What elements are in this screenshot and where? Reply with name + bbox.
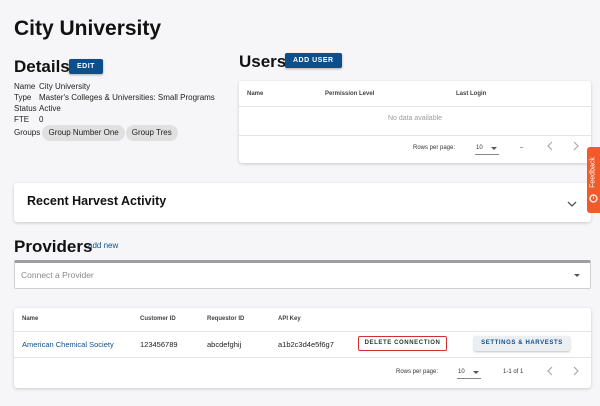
column-header-customer-id[interactable]: Customer ID (140, 316, 176, 322)
chevron-right-icon[interactable] (572, 141, 580, 154)
delete-connection-button[interactable]: DELETE CONNECTION (358, 336, 447, 351)
detail-key: Status (14, 104, 37, 113)
feedback-icon (589, 194, 598, 203)
providers-table: Name Customer ID Requestor ID API Key Am… (14, 308, 591, 388)
detail-row-status: Status Active (14, 104, 61, 113)
pagination-range: – (520, 145, 524, 151)
users-title: Users (239, 52, 287, 71)
add-new-provider-link[interactable]: add new (88, 241, 118, 250)
group-chip[interactable]: Group Tres (125, 125, 178, 141)
detail-row-fte: FTE 0 (14, 115, 43, 124)
api-key-cell: a1b2c3d4e5f6g7 (278, 340, 334, 349)
divider (14, 357, 591, 358)
detail-row-type: Type Master's Colleges & Universities: Sm… (14, 93, 215, 102)
column-header-name[interactable]: Name (22, 316, 38, 322)
chevron-down-icon[interactable] (567, 201, 577, 208)
detail-row-groups: Groups Group Number One Group Tres (14, 125, 179, 141)
detail-key: Type (14, 93, 32, 102)
detail-value: 0 (39, 115, 44, 124)
providers-title: Providers (14, 237, 93, 256)
page-title: City University (14, 17, 162, 40)
provider-name-link[interactable]: American Chemical Society (22, 340, 114, 349)
detail-value: Active (39, 104, 61, 113)
detail-value: City University (39, 82, 91, 91)
rows-per-page-label: Rows per page: (396, 369, 439, 375)
rows-per-page-label: Rows per page: (413, 145, 456, 151)
harvest-activity-panel[interactable]: Recent Harvest Activity (14, 183, 591, 222)
edit-button[interactable]: EDIT (69, 59, 103, 74)
column-header-permission[interactable]: Permission Level (325, 91, 374, 97)
requestor-id-cell: abcdefghij (207, 340, 242, 349)
dropdown-arrow-icon (491, 147, 497, 150)
details-title: Details (14, 57, 70, 76)
column-header-name[interactable]: Name (247, 91, 263, 97)
divider (239, 135, 591, 136)
detail-row-name: Name City University (14, 82, 90, 91)
feedback-label: Feedback (589, 157, 597, 188)
rows-per-page-value: 10 (458, 369, 465, 375)
chevron-left-icon[interactable] (546, 141, 554, 154)
column-header-requestor-id[interactable]: Requestor ID (207, 316, 244, 322)
rows-per-page-select[interactable]: 10 (475, 143, 499, 155)
dropdown-arrow-icon (574, 274, 580, 277)
detail-key: FTE (14, 115, 30, 124)
feedback-tab[interactable]: Feedback (587, 147, 600, 213)
divider (239, 106, 591, 107)
groups-label: Groups (14, 128, 41, 137)
dropdown-arrow-icon (473, 371, 479, 374)
rows-per-page-value: 10 (476, 145, 483, 151)
chevron-right-icon[interactable] (572, 366, 580, 379)
detail-value: Master's Colleges & Universities: Small … (39, 93, 215, 102)
chevron-left-icon[interactable] (546, 366, 554, 379)
add-user-button[interactable]: ADD USER (285, 53, 342, 68)
column-header-last-login[interactable]: Last Login (456, 91, 486, 97)
connect-provider-select[interactable]: Connect a Provider (14, 260, 591, 289)
detail-key: Name (14, 82, 36, 91)
table-row: American Chemical Society 123456789 abcd… (14, 332, 591, 357)
empty-state-text: No data available (387, 115, 443, 122)
column-header-api-key[interactable]: API Key (278, 316, 301, 322)
customer-id-cell: 123456789 (140, 340, 178, 349)
group-chip[interactable]: Group Number One (42, 125, 125, 141)
settings-harvests-button[interactable]: SETTINGS & HARVESTS (474, 336, 570, 351)
select-placeholder: Connect a Provider (21, 270, 94, 280)
harvest-activity-title: Recent Harvest Activity (27, 194, 167, 208)
pagination-range: 1-1 of 1 (503, 369, 524, 375)
page: City University Details EDIT Name City Un… (0, 0, 600, 406)
users-table: Name Permission Level Last Login No data… (239, 81, 591, 163)
rows-per-page-select[interactable]: 10 (457, 367, 481, 379)
